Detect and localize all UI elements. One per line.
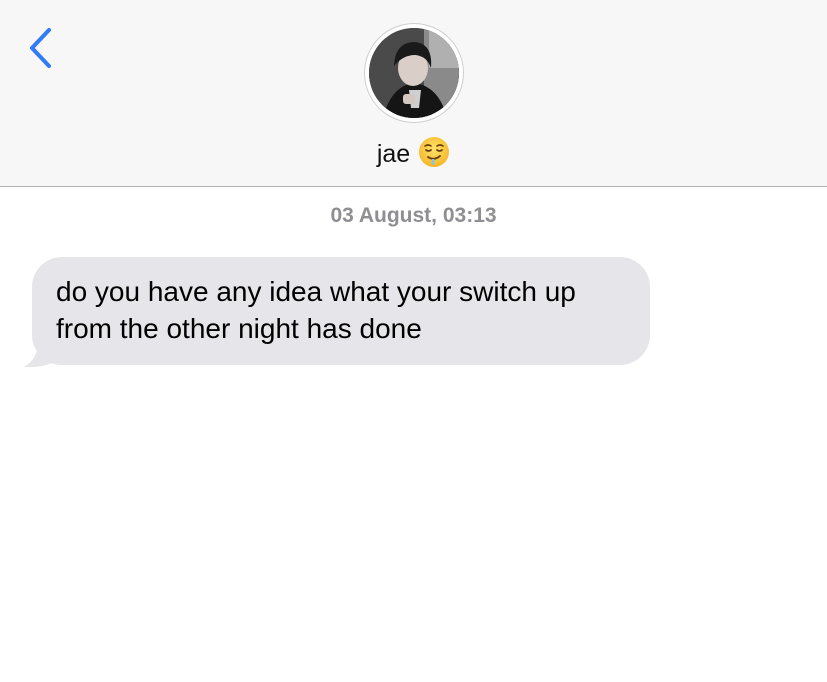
incoming-message[interactable]: do you have any idea what your switch up… [24, 257, 650, 368]
conversation-header: jae [0, 0, 827, 187]
message-timestamp: 03 August, 03:13 [330, 204, 497, 227]
contact-name-row[interactable]: jae [0, 134, 827, 174]
message-bubble: do you have any idea what your switch up… [32, 257, 650, 365]
avatar-photo [369, 28, 459, 118]
contact-name: jae [376, 139, 411, 168]
drooling-face-emoji-icon [418, 136, 450, 173]
avatar[interactable] [365, 24, 463, 122]
back-button[interactable] [20, 24, 60, 72]
chevron-left-icon [30, 28, 51, 68]
